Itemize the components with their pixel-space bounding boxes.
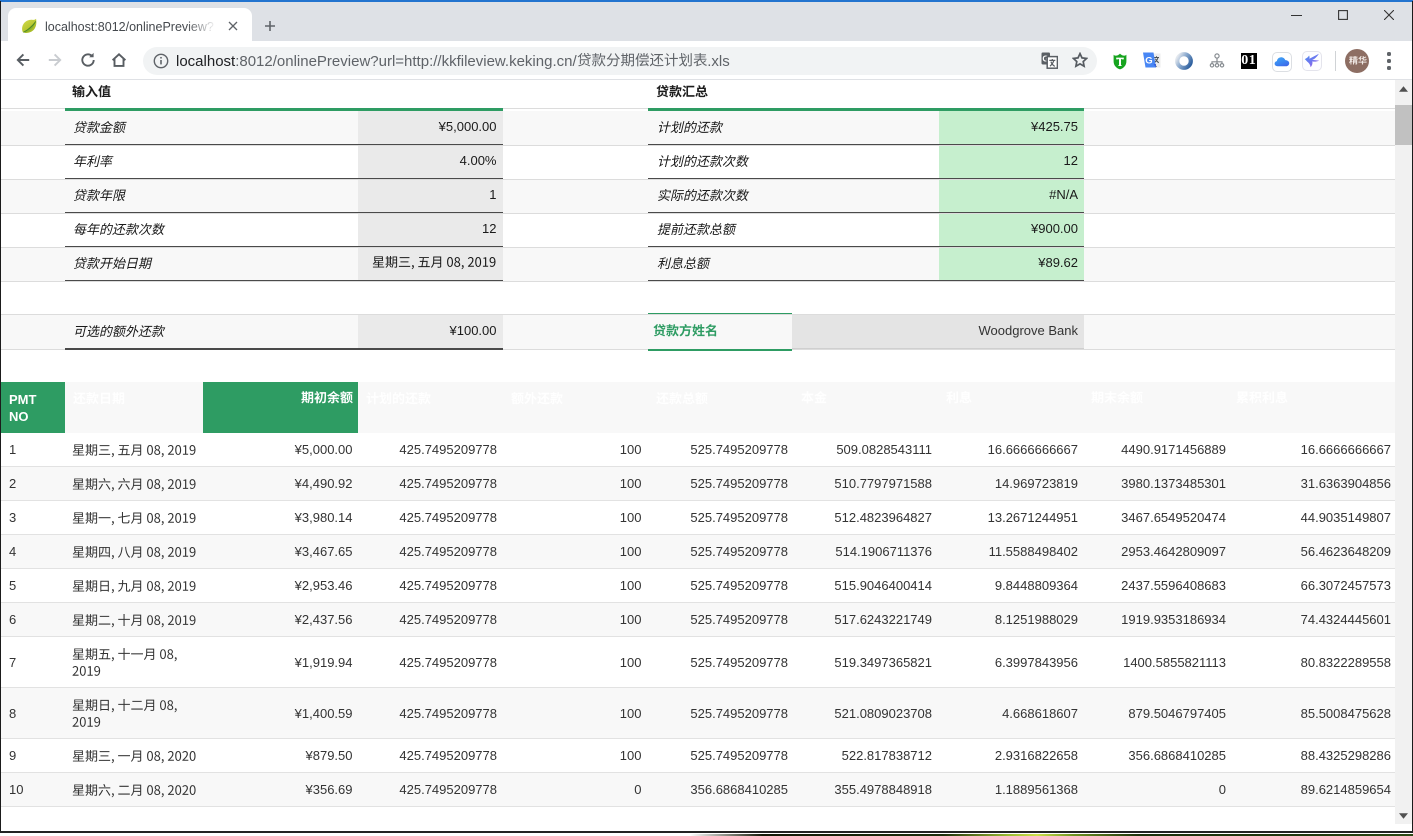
svg-text:G: G <box>1145 55 1152 66</box>
